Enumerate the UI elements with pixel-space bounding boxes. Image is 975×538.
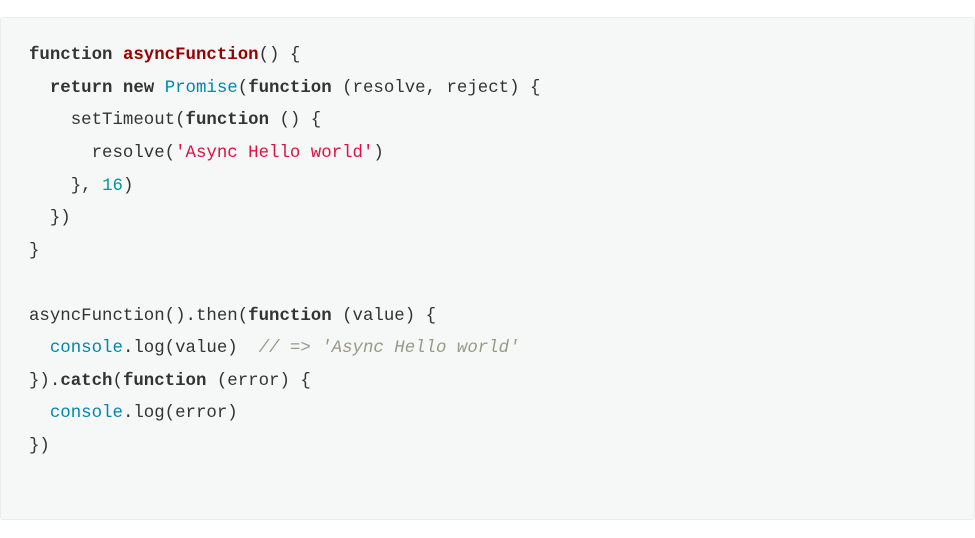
code-token-plain: .log(value) bbox=[123, 339, 259, 358]
code-token-plain: } bbox=[29, 242, 39, 261]
code-token-plain: (resolve, reject) { bbox=[332, 79, 541, 98]
code-token-keyword: function bbox=[248, 79, 332, 98]
code-token-keyword: function bbox=[29, 46, 123, 65]
code-token-plain bbox=[29, 79, 50, 98]
code-token-plain bbox=[29, 404, 50, 423]
code-token-keyword: return new bbox=[50, 79, 154, 98]
code-token-keyword: function bbox=[186, 111, 270, 130]
code-token-plain: resolve( bbox=[29, 144, 175, 163]
code-token-plain: }). bbox=[29, 372, 60, 391]
code-token-plain: () { bbox=[269, 111, 321, 130]
code-token-plain bbox=[29, 339, 50, 358]
code-content: function asyncFunction() { return new Pr… bbox=[29, 46, 540, 456]
code-token-plain: asyncFunction().then( bbox=[29, 307, 248, 326]
code-token-plain: }) bbox=[29, 437, 50, 456]
code-token-class: Promise bbox=[165, 79, 238, 98]
code-token-plain: ) bbox=[123, 177, 133, 196]
code-token-plain: () { bbox=[259, 46, 301, 65]
code-token-keyword: catch bbox=[60, 372, 112, 391]
code-token-plain: }) bbox=[29, 209, 71, 228]
code-token-plain: .log(error) bbox=[123, 404, 238, 423]
code-token-string: 'Async Hello world' bbox=[175, 144, 373, 163]
code-token-keyword: function bbox=[248, 307, 332, 326]
code-token-plain: ( bbox=[113, 372, 123, 391]
code-token-plain: setTimeout( bbox=[29, 111, 186, 130]
code-token-plain: }, bbox=[29, 177, 102, 196]
code-token-comment: // => 'Async Hello world' bbox=[259, 339, 520, 358]
code-token-keyword: function bbox=[123, 372, 207, 391]
code-token-plain: ) bbox=[373, 144, 383, 163]
code-token-builtin: console bbox=[50, 339, 123, 358]
code-token-plain bbox=[154, 79, 164, 98]
code-token-fname: asyncFunction bbox=[123, 46, 259, 65]
code-block: function asyncFunction() { return new Pr… bbox=[0, 17, 975, 520]
code-token-plain: ( bbox=[238, 79, 248, 98]
code-token-plain: (error) { bbox=[206, 372, 310, 391]
code-token-plain: (value) { bbox=[332, 307, 436, 326]
code-token-number: 16 bbox=[102, 177, 123, 196]
code-token-builtin: console bbox=[50, 404, 123, 423]
